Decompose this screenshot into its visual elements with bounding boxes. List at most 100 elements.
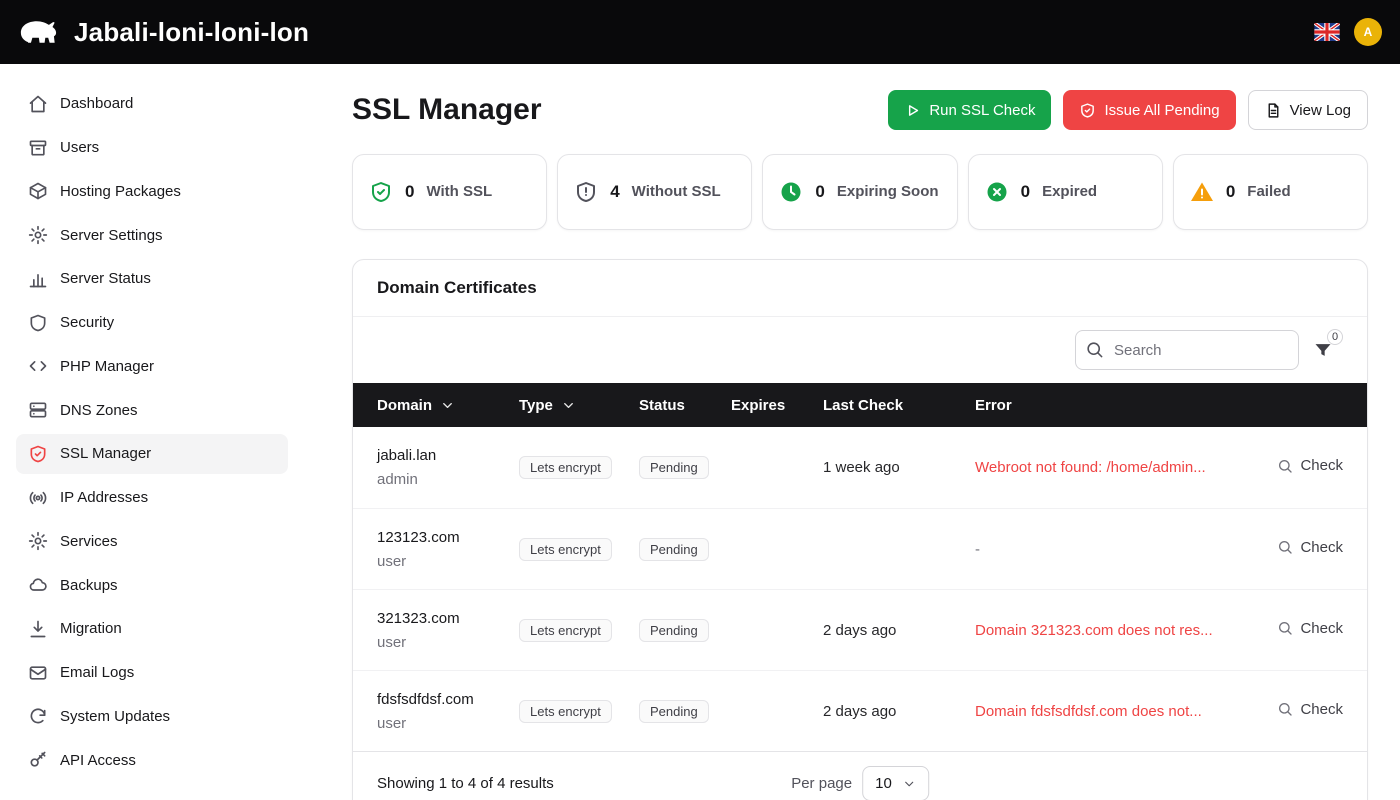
sidebar-item[interactable]: Security xyxy=(16,303,288,343)
per-page-label: Per page xyxy=(791,775,852,792)
sidebar-item[interactable]: Email Logs xyxy=(16,653,288,693)
stat-card: 4 Without SSL xyxy=(557,154,752,230)
run-ssl-check-button[interactable]: Run SSL Check xyxy=(888,90,1051,130)
check-button[interactable]: Check xyxy=(1277,701,1343,718)
type-badge: Lets encrypt xyxy=(519,538,612,561)
sidebar-item-icon xyxy=(28,94,48,114)
stat-label: Failed xyxy=(1247,182,1290,202)
check-button[interactable]: Check xyxy=(1277,620,1343,637)
sidebar-item-label: System Updates xyxy=(60,708,170,725)
sidebar-item[interactable]: Services xyxy=(16,522,288,562)
last-check-cell: 2 days ago xyxy=(823,622,975,639)
sidebar-item-label: Hosting Packages xyxy=(60,183,181,200)
domain-certificates-card: Domain Certificates 0 Domain xyxy=(352,259,1368,800)
sidebar-item[interactable]: Users xyxy=(16,128,288,168)
sidebar-item-icon xyxy=(28,313,48,333)
domain-user: admin xyxy=(377,471,519,488)
per-page-select[interactable]: 10 xyxy=(862,766,929,800)
issue-all-pending-button[interactable]: Issue All Pending xyxy=(1063,90,1235,130)
stat-icon xyxy=(574,180,598,204)
status-badge: Pending xyxy=(639,456,709,479)
check-button[interactable]: Check xyxy=(1277,457,1343,474)
boar-logo-icon xyxy=(18,14,64,50)
table-row: 123123.com user Lets encrypt Pending - C… xyxy=(353,508,1367,589)
sidebar-item-label: PHP Manager xyxy=(60,358,154,375)
stat-value: 4 xyxy=(610,182,619,202)
stat-label: Expiring Soon xyxy=(837,182,939,202)
page-title: SSL Manager xyxy=(352,93,542,127)
sidebar-item[interactable]: DNS Zones xyxy=(16,390,288,430)
sidebar-item-icon xyxy=(28,750,48,770)
sidebar-item-icon xyxy=(28,400,48,420)
sidebar-item-label: API Access xyxy=(60,752,136,769)
table-row: fdsfsdfdsf.com user Lets encrypt Pending… xyxy=(353,670,1367,751)
sidebar-item-label: Security xyxy=(60,314,114,331)
sidebar-item-icon xyxy=(28,488,48,508)
sidebar-item-label: Services xyxy=(60,533,118,550)
sidebar-item-label: IP Addresses xyxy=(60,489,148,506)
sidebar-item-label: Server Status xyxy=(60,270,151,287)
sort-chevron-icon xyxy=(561,398,576,413)
sidebar-item-icon xyxy=(28,575,48,595)
stat-value: 0 xyxy=(1226,182,1235,202)
sidebar-item-icon xyxy=(28,225,48,245)
last-check-cell: 1 week ago xyxy=(823,459,975,476)
filter-button[interactable]: 0 xyxy=(1303,329,1343,371)
sidebar-item[interactable]: Migration xyxy=(16,609,288,649)
column-header-status: Status xyxy=(639,397,731,414)
status-badge: Pending xyxy=(639,700,709,723)
card-title: Domain Certificates xyxy=(377,278,1343,298)
language-flag-icon[interactable] xyxy=(1314,23,1340,41)
column-header-domain[interactable]: Domain xyxy=(377,397,519,414)
sidebar-item[interactable]: Server Settings xyxy=(16,215,288,255)
sidebar-item[interactable]: System Updates xyxy=(16,697,288,737)
sidebar-item-label: Users xyxy=(60,139,99,156)
domain-name: jabali.lan xyxy=(377,447,519,464)
sidebar-item-icon xyxy=(28,356,48,376)
sidebar-item[interactable]: SSL Manager xyxy=(16,434,288,474)
sidebar-item[interactable]: Backups xyxy=(16,565,288,605)
sidebar-item[interactable]: Server Status xyxy=(16,259,288,299)
chevron-down-icon xyxy=(902,777,916,791)
stat-label: With SSL xyxy=(426,182,492,202)
sidebar-item-label: DNS Zones xyxy=(60,402,138,419)
check-button[interactable]: Check xyxy=(1277,539,1343,556)
table-footer: Showing 1 to 4 of 4 results Per page 10 xyxy=(353,751,1367,800)
sidebar-item[interactable]: PHP Manager xyxy=(16,347,288,387)
avatar[interactable]: A xyxy=(1354,18,1382,46)
sidebar-item-icon xyxy=(28,531,48,551)
view-log-button[interactable]: View Log xyxy=(1248,90,1368,130)
status-badge: Pending xyxy=(639,538,709,561)
search-icon xyxy=(1085,340,1104,359)
column-header-expires: Expires xyxy=(731,397,823,414)
sidebar-item[interactable]: IP Addresses xyxy=(16,478,288,518)
table-row: 321323.com user Lets encrypt Pending 2 d… xyxy=(353,589,1367,670)
magnifier-icon xyxy=(1277,458,1293,474)
type-badge: Lets encrypt xyxy=(519,700,612,723)
sidebar-item-icon xyxy=(28,663,48,683)
column-header-type[interactable]: Type xyxy=(519,397,639,414)
domain-user: user xyxy=(377,634,519,651)
sidebar-item[interactable]: API Access xyxy=(16,740,288,780)
stat-icon xyxy=(1190,180,1214,204)
magnifier-icon xyxy=(1277,701,1293,717)
stat-icon xyxy=(369,180,393,204)
stat-card: 0 With SSL xyxy=(352,154,547,230)
sidebar-item[interactable]: Hosting Packages xyxy=(16,172,288,212)
table-body: jabali.lan admin Lets encrypt Pending 1 … xyxy=(353,427,1367,751)
search-input[interactable] xyxy=(1075,330,1299,370)
domain-name: 321323.com xyxy=(377,610,519,627)
sidebar-item[interactable]: Dashboard xyxy=(16,84,288,124)
sidebar-item-label: Backups xyxy=(60,577,118,594)
stat-value: 0 xyxy=(1021,182,1030,202)
stat-value: 0 xyxy=(815,182,824,202)
sidebar-item-icon xyxy=(28,181,48,201)
domain-user: user xyxy=(377,553,519,570)
topbar: Jabali-loni-loni-lon A xyxy=(0,0,1400,64)
column-header-error: Error xyxy=(975,397,1247,414)
domain-name: fdsfsdfdsf.com xyxy=(377,691,519,708)
app-title: Jabali-loni-loni-lon xyxy=(74,17,309,48)
stat-label: Expired xyxy=(1042,182,1097,202)
domain-user: user xyxy=(377,715,519,732)
stat-icon xyxy=(985,180,1009,204)
